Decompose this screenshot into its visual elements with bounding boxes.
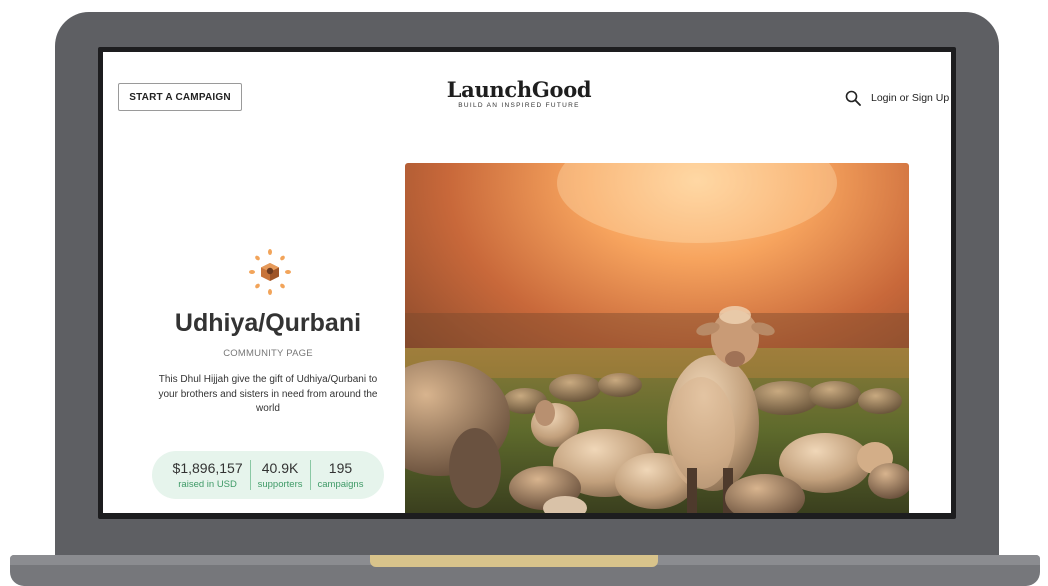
- stat-value: 40.9K: [261, 460, 299, 476]
- stat-label: campaigns: [317, 479, 364, 490]
- search-icon[interactable]: [845, 90, 861, 106]
- hero-sheep-image: [405, 163, 909, 513]
- stat-value: 195: [328, 460, 353, 476]
- stats-panel: $1,896,157 raised in USD 40.9K supporter…: [152, 451, 384, 499]
- logo-tagline: BUILD AN INSPIRED FUTURE: [458, 102, 580, 109]
- stat-raised: $1,896,157 raised in USD: [166, 460, 250, 490]
- laptop-screen: START A CAMPAIGN LaunchGood BUILD AN INS…: [103, 52, 951, 513]
- launchgood-logo[interactable]: LaunchGood BUILD AN INSPIRED FUTURE: [443, 77, 595, 110]
- login-signup-link[interactable]: Login or Sign Up: [871, 92, 949, 104]
- logo-name: LaunchGood: [446, 77, 592, 102]
- stat-campaigns: 195 campaigns: [309, 460, 371, 490]
- community-description: This Dhul Hijjah give the gift of Udhiya…: [158, 374, 378, 414]
- stat-supporters: 40.9K supporters: [249, 460, 310, 490]
- community-subtitle: COMMUNITY PAGE: [223, 348, 313, 359]
- community-title: Udhiya/Qurbani: [174, 309, 362, 337]
- laptop-opening-notch: [370, 555, 658, 567]
- start-campaign-button[interactable]: START A CAMPAIGN: [118, 83, 242, 111]
- stat-label: supporters: [257, 479, 303, 490]
- sunburst-emblem-icon: [249, 249, 291, 295]
- stat-label: raised in USD: [178, 479, 237, 490]
- stat-value: $1,896,157: [172, 460, 243, 476]
